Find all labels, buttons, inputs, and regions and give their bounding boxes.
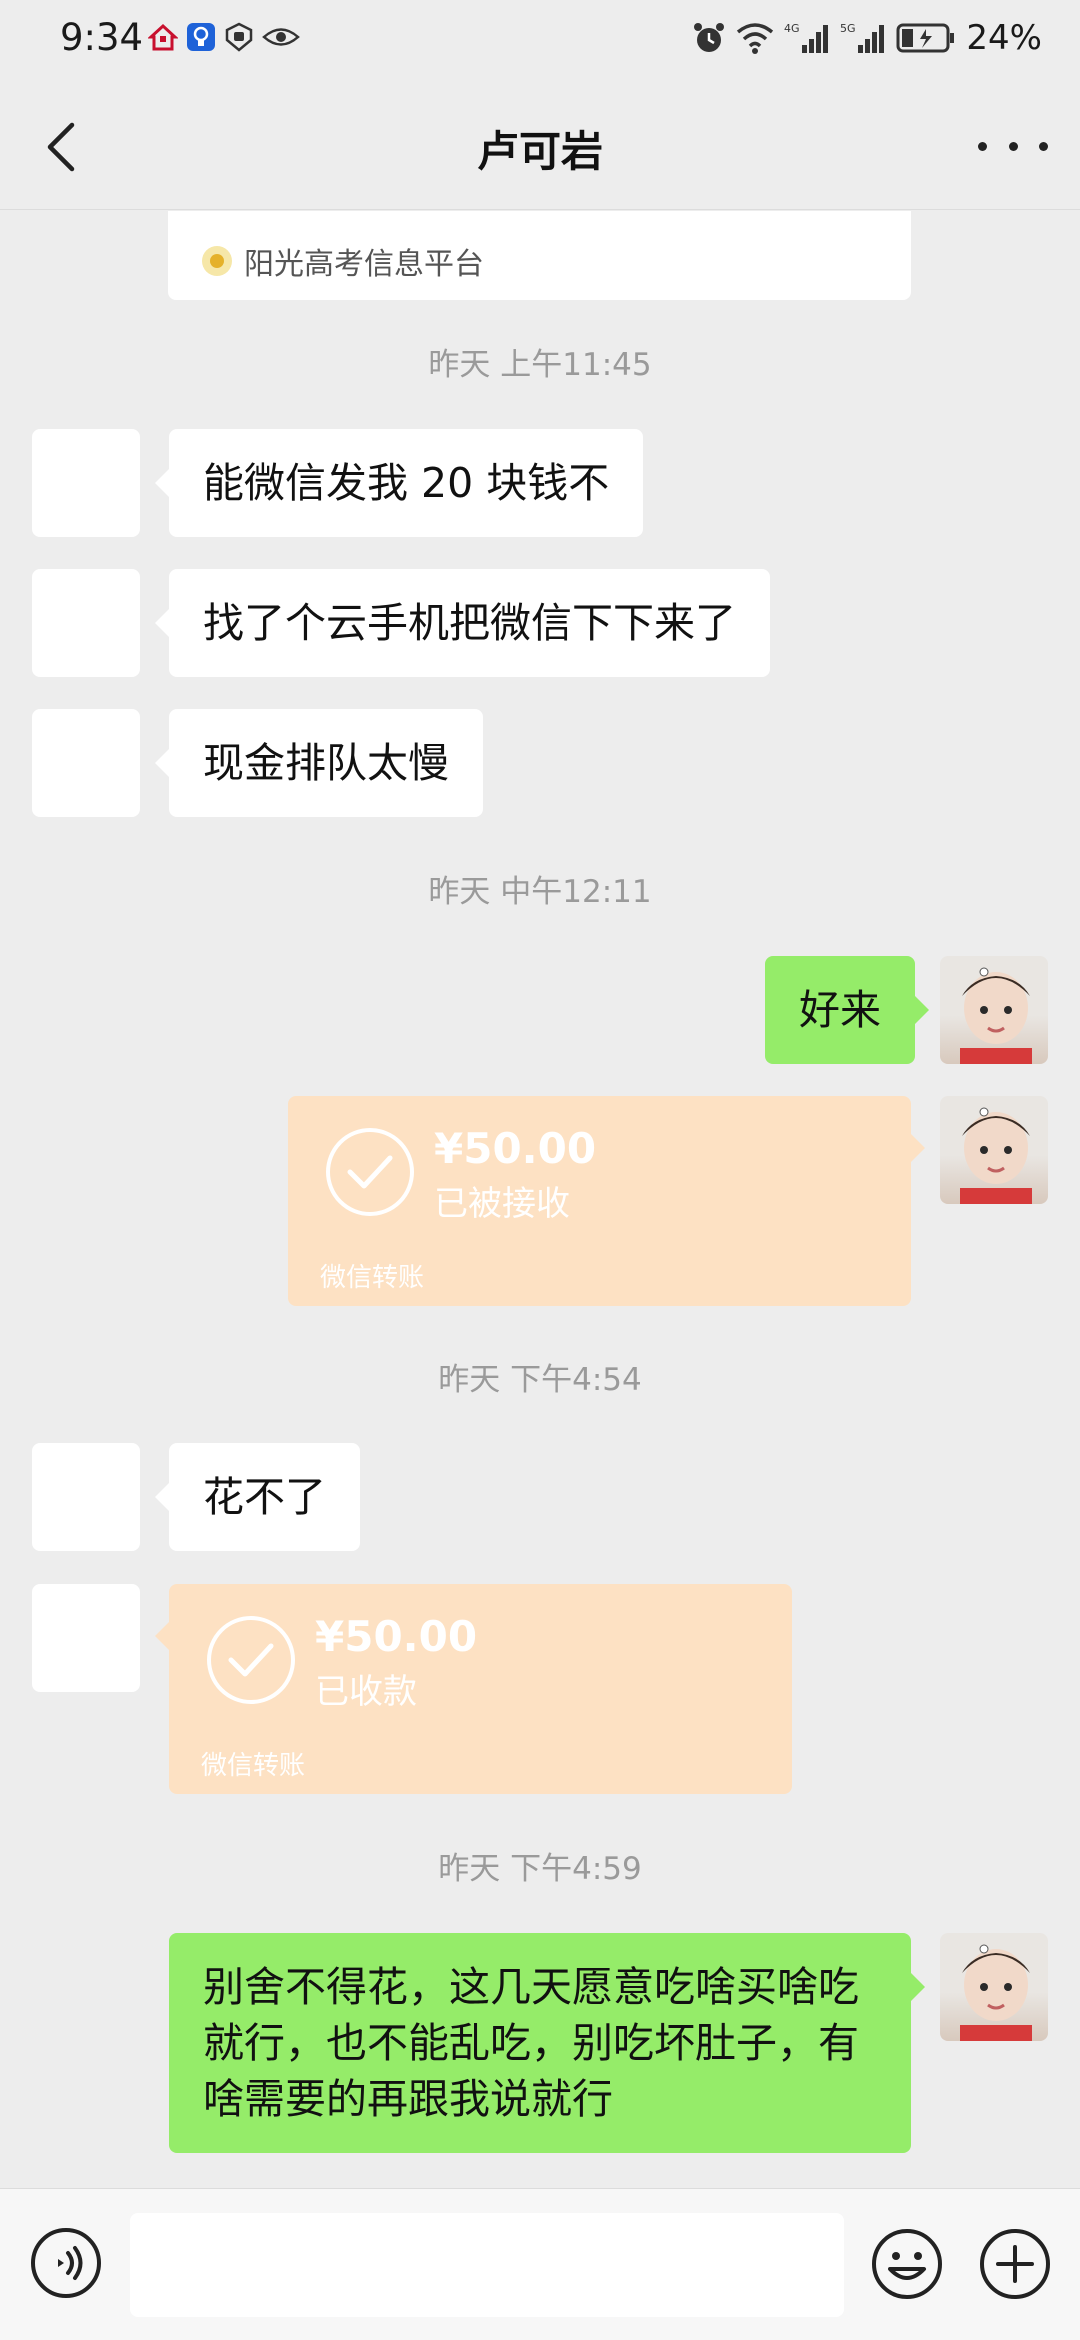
- link-card-source-name: 阳光高考信息平台: [244, 247, 484, 282]
- timestamp: 昨天 下午4:59: [438, 1851, 642, 1887]
- transfer-card-sent[interactable]: ¥50.00 已被接收 微信转账: [288, 1096, 925, 1306]
- avatar-photo-icon: [960, 1944, 1032, 2041]
- contact-avatar[interactable]: [32, 569, 140, 677]
- eye-icon: [262, 28, 300, 46]
- battery-percentage: 24%: [966, 18, 1042, 58]
- battery-icon: [896, 23, 955, 53]
- timestamp: 昨天 下午4:54: [438, 1362, 642, 1398]
- message-input[interactable]: [130, 2213, 844, 2317]
- voice-icon[interactable]: [30, 2227, 102, 2299]
- check-circle-icon: [207, 1616, 295, 1704]
- incoming-message-bubble[interactable]: 花不了: [155, 1443, 360, 1551]
- transfer-amount: ¥50.00: [315, 1612, 478, 1661]
- input-bar: [0, 2188, 1080, 2340]
- avatar-photo-icon: [960, 967, 1032, 1064]
- emoji-icon[interactable]: [870, 2227, 944, 2301]
- status-bar: 9:34 4G 5G 24%: [0, 0, 1080, 84]
- transfer-card-received[interactable]: ¥50.00 已收款 微信转账: [155, 1584, 792, 1794]
- network-label-1: 4G: [784, 22, 800, 35]
- status-time: 9:34: [60, 16, 144, 59]
- status-system-icons: 4G 5G 24%: [692, 18, 1042, 58]
- link-card-source: 阳光高考信息平台: [202, 239, 484, 283]
- bulb-app-icon: [187, 23, 215, 51]
- contact-avatar[interactable]: [32, 1584, 140, 1692]
- my-avatar[interactable]: [940, 1096, 1048, 1204]
- my-avatar[interactable]: [940, 1933, 1048, 2041]
- contact-avatar[interactable]: [32, 429, 140, 537]
- transfer-status: 已收款: [315, 1672, 417, 1712]
- transfer-footer: 微信转账: [201, 1751, 306, 1781]
- network-label-2: 5G: [840, 22, 856, 35]
- my-avatar[interactable]: [940, 956, 1048, 1064]
- signal-4g-icon: 4G: [784, 22, 829, 53]
- shield-hand-icon: [225, 22, 253, 52]
- contact-avatar[interactable]: [32, 1443, 140, 1551]
- home-alert-icon: [148, 23, 178, 51]
- avatar-photo-icon: [960, 1107, 1032, 1204]
- incoming-message-bubble[interactable]: 找了个云手机把微信下下来了: [155, 569, 770, 677]
- contact-avatar[interactable]: [32, 709, 140, 817]
- more-button[interactable]: [978, 126, 1048, 166]
- plus-icon[interactable]: [978, 2227, 1052, 2301]
- source-logo-icon: [202, 246, 232, 276]
- incoming-message-bubble[interactable]: 现金排队太慢: [155, 709, 483, 817]
- check-circle-icon: [326, 1128, 414, 1216]
- wifi-icon: [737, 23, 774, 54]
- transfer-footer: 微信转账: [320, 1263, 425, 1293]
- incoming-message-bubble[interactable]: 能微信发我 20 块钱不: [154, 429, 644, 537]
- outgoing-message-bubble[interactable]: 好来: [765, 956, 929, 1064]
- transfer-amount: ¥50.00: [434, 1124, 597, 1173]
- outgoing-message-bubble[interactable]: 别舍不得花，这几天愿意吃啥买啥吃就行，也不能乱吃，别吃坏肚子，有啥需要的再跟我说…: [169, 1933, 925, 2153]
- chat-message-list[interactable]: 阳光高考信息平台 昨天 上午11:45 能微信发我 20 块钱不 找了个云手机把…: [0, 211, 1080, 2187]
- transfer-status: 已被接收: [434, 1184, 570, 1224]
- status-notification-icons: [148, 22, 300, 52]
- chat-title: 卢可岩: [476, 127, 603, 176]
- timestamp: 昨天 上午11:45: [428, 347, 652, 383]
- alarm-icon: [694, 23, 725, 52]
- chat-header: 卢可岩: [0, 84, 1080, 210]
- timestamp: 昨天 中午12:11: [428, 874, 652, 910]
- signal-5g-icon: 5G: [840, 22, 885, 53]
- link-card[interactable]: 阳光高考信息平台: [168, 211, 911, 300]
- more-dots-icon: [978, 141, 987, 151]
